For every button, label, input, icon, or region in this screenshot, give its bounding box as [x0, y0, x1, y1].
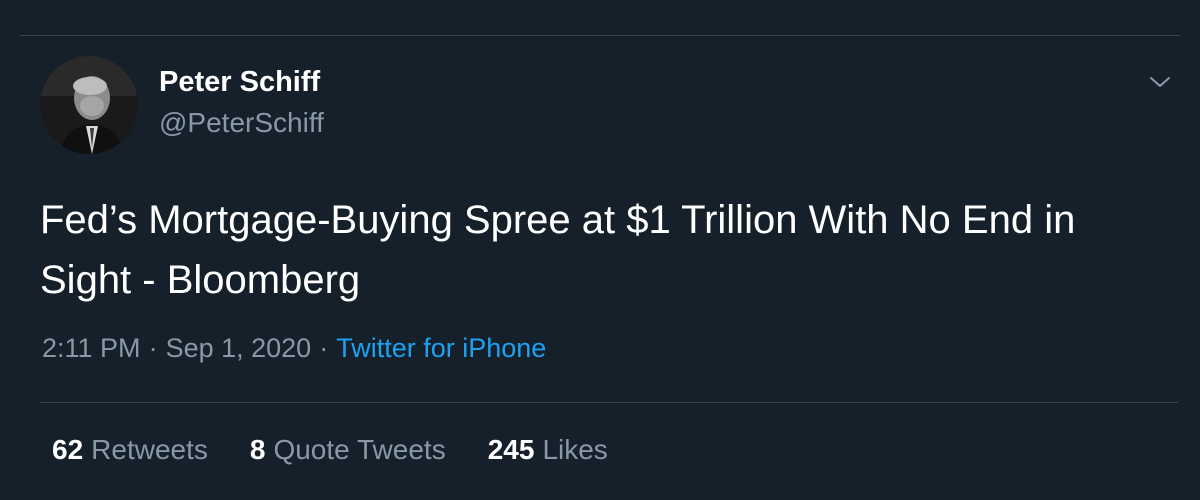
likes-label: Likes: [542, 434, 608, 465]
tweet-meta: 2:11 PM · Sep 1, 2020 · Twitter for iPhone: [42, 333, 546, 364]
quote-tweets-count: 8: [249, 434, 266, 465]
avatar-image: [40, 56, 138, 154]
quote-tweets-label: Quote Tweets: [273, 434, 446, 465]
likes-stat[interactable]: 245 Likes: [488, 434, 608, 466]
tweet-date[interactable]: Sep 1, 2020: [166, 333, 312, 363]
quote-tweets-stat[interactable]: 8 Quote Tweets: [250, 434, 446, 466]
tweet-text: Fed’s Mortgage-Buying Spree at $1 Trilli…: [40, 198, 1076, 302]
likes-count: 245: [487, 434, 535, 465]
tweet-time[interactable]: 2:11 PM: [42, 333, 141, 363]
tweet-stats: 62 Retweets 8 Quote Tweets 245 Likes: [52, 434, 650, 466]
tweet-source-link[interactable]: Twitter for iPhone: [336, 333, 546, 363]
meta-separator: ·: [148, 333, 158, 363]
chevron-down-icon: [1150, 77, 1170, 87]
retweets-stat[interactable]: 62 Retweets: [52, 434, 208, 466]
author-display-name[interactable]: Peter Schiff: [159, 66, 320, 99]
meta-separator: ·: [319, 333, 329, 363]
author-handle[interactable]: @PeterSchiff: [159, 107, 324, 139]
top-divider: [20, 35, 1180, 36]
stats-divider: [40, 402, 1178, 403]
more-options-button[interactable]: [1144, 66, 1176, 98]
retweets-count: 62: [52, 434, 84, 465]
retweets-label: Retweets: [91, 434, 208, 465]
avatar[interactable]: [40, 56, 138, 154]
